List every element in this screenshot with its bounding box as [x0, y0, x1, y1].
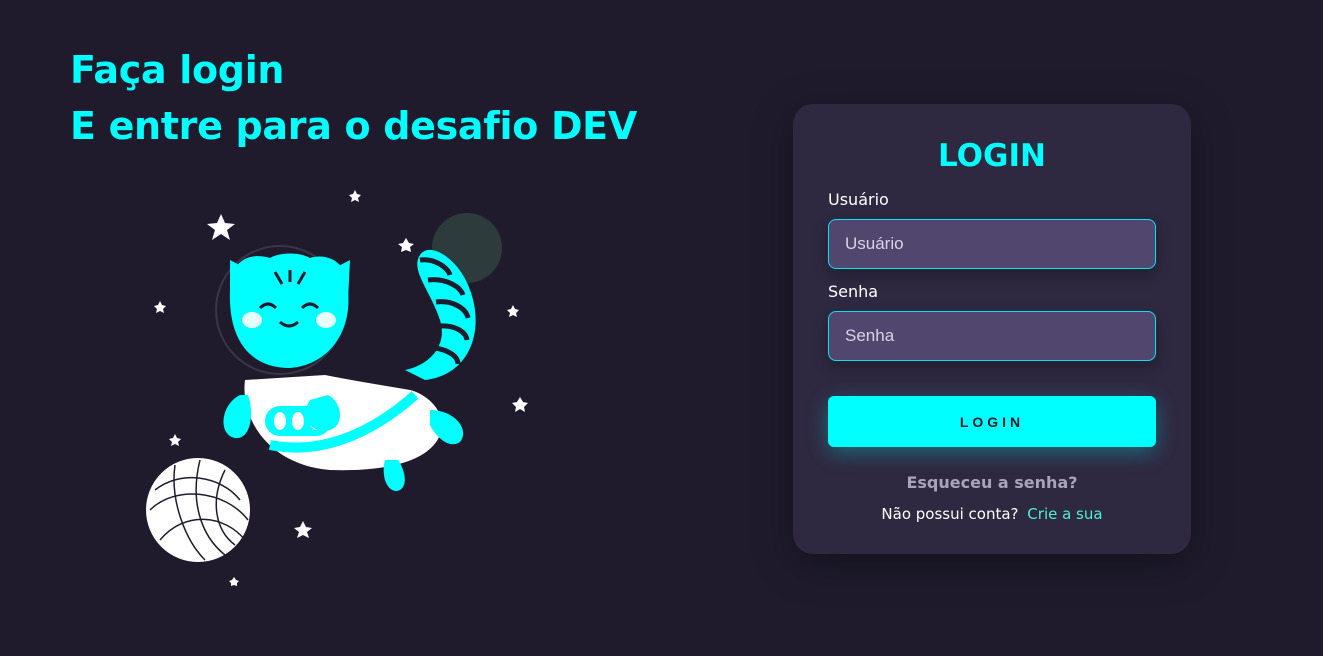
- username-label: Usuário: [828, 190, 889, 209]
- star-icon: [349, 190, 361, 202]
- username-input[interactable]: [828, 219, 1156, 269]
- star-icon: [398, 238, 414, 252]
- signup-prompt: Não possui conta?: [881, 505, 1019, 523]
- password-input[interactable]: [828, 311, 1156, 361]
- login-card: LOGIN Usuário Senha LOGIN Esqueceu a sen…: [793, 104, 1191, 554]
- cheek-right: [316, 312, 336, 328]
- login-button[interactable]: LOGIN: [828, 396, 1156, 447]
- star-icon: [154, 301, 166, 313]
- signup-link[interactable]: Crie a sua: [1027, 505, 1102, 523]
- hero-heading: Faça login E entre para o desafio DEV: [70, 42, 637, 154]
- hero-line-2: E entre para o desafio DEV: [70, 104, 637, 148]
- star-icon: [229, 577, 239, 586]
- star-icon: [507, 305, 519, 317]
- star-icon: [169, 434, 181, 446]
- forgot-password-link[interactable]: Esqueceu a senha?: [793, 473, 1191, 492]
- cheek-left: [242, 312, 262, 328]
- cat-foot-back: [383, 460, 405, 491]
- hero-line-1: Faça login: [70, 48, 285, 92]
- yarn-ball-icon: [144, 456, 252, 564]
- login-page: Faça login E entre para o desafio DEV LO…: [0, 0, 1323, 656]
- password-label: Senha: [828, 282, 879, 301]
- astronaut-cat-illustration: [144, 190, 528, 586]
- star-icon: [207, 214, 235, 240]
- star-icon: [294, 521, 312, 538]
- cat-paw-left: [223, 395, 252, 439]
- login-title: LOGIN: [938, 138, 1046, 174]
- star-icon: [512, 397, 528, 412]
- signup-row: Não possui conta? Crie a sua: [793, 505, 1191, 523]
